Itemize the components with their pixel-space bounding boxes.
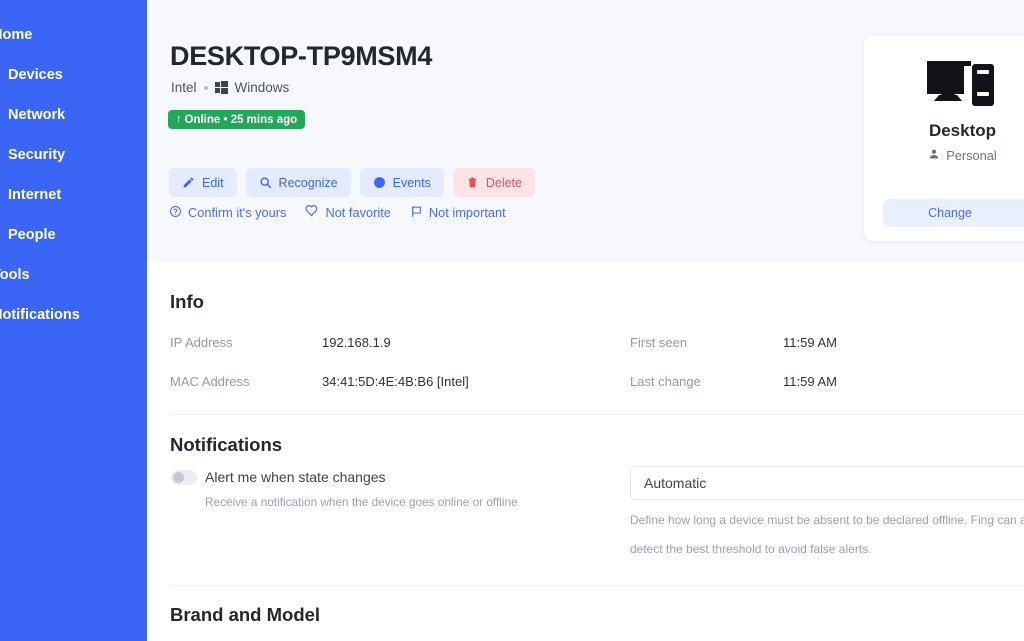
sidebar-item-security[interactable]: Security	[0, 142, 147, 168]
clock-icon	[373, 176, 386, 189]
device-os: Windows	[234, 80, 290, 95]
sidebar-item-label: Devices	[8, 67, 63, 83]
toggle-knob	[173, 472, 184, 483]
sidebar-item-network[interactable]: Network	[0, 102, 147, 128]
device-details-page: Home Devices Network Security Internet P…	[0, 0, 1024, 641]
section-divider	[170, 414, 1024, 415]
main-content: DESKTOP-TP9MSM4 Intel Windows ↑ Online •…	[147, 0, 1024, 641]
trash-icon	[466, 176, 479, 189]
sidebar-item-home[interactable]: Home	[0, 22, 147, 48]
sidebar-item-tools[interactable]: Tools	[0, 262, 147, 288]
not-important-label: Not important	[428, 205, 506, 220]
sidebar-item-people[interactable]: People	[0, 222, 147, 248]
events-button-label: Events	[392, 175, 431, 190]
first-seen-value: 11:59 AM	[783, 335, 837, 350]
not-favorite-label: Not favorite	[325, 205, 391, 220]
search-icon	[259, 176, 272, 189]
device-vendor: Intel	[171, 80, 197, 95]
mac-address-label: MAC Address	[170, 374, 250, 389]
ip-address-value: 192.168.1.9	[322, 335, 391, 350]
arrow-up-icon: ↑	[176, 113, 182, 125]
not-favorite-link[interactable]: Not favorite	[305, 204, 391, 221]
sidebar-item-devices[interactable]: Devices	[0, 62, 147, 88]
page-title: DESKTOP-TP9MSM4	[170, 41, 433, 71]
question-circle-icon	[169, 205, 182, 221]
notifications-section-title: Notifications	[170, 434, 283, 455]
ip-address-label: IP Address	[170, 335, 233, 350]
status-badge: ↑ Online • 25 mins ago	[168, 110, 306, 129]
delete-button[interactable]: Delete	[452, 168, 535, 197]
offline-threshold-selected-value: Automatic	[644, 475, 707, 491]
alert-state-change-label: Alert me when state changes	[205, 469, 386, 485]
confirm-its-yours-link[interactable]: Confirm it's yours	[169, 204, 286, 221]
device-subtitle: Intel Windows	[171, 80, 289, 95]
sidebar-item-label: Tools	[0, 267, 30, 283]
sidebar-item-label: Security	[8, 147, 66, 163]
last-change-value: 11:59 AM	[783, 374, 837, 389]
change-device-type-button[interactable]: Change	[883, 199, 1024, 227]
confirm-its-yours-label: Confirm it's yours	[188, 205, 287, 220]
events-button[interactable]: Events	[359, 168, 444, 197]
alert-state-change-toggle[interactable]	[171, 470, 197, 485]
section-divider	[170, 585, 1024, 586]
sidebar-item-internet[interactable]: Internet	[0, 182, 147, 208]
offline-threshold-hint-line1: Define how long a device must be absent …	[630, 513, 1024, 527]
device-type-card: Desktop Personal Change	[864, 36, 1024, 241]
sidebar: Home Devices Network Security Internet P…	[0, 0, 147, 641]
desktop-computer-icon	[925, 59, 1000, 111]
alert-state-change-hint: Receive a notification when the device g…	[205, 495, 518, 509]
recognize-button-label: Recognize	[278, 175, 338, 190]
device-actions: Edit Recognize Events Delete	[169, 168, 535, 197]
recognize-button[interactable]: Recognize	[245, 168, 351, 197]
device-sub-actions: Confirm it's yours Not favorite Not impo…	[169, 204, 506, 221]
device-owner: Personal	[864, 148, 1024, 163]
change-button-label: Change	[928, 206, 972, 220]
offline-threshold-hint-line2: detect the best threshold to avoid false…	[630, 542, 872, 556]
brand-and-model-section-title: Brand and Model	[170, 604, 321, 625]
heart-icon	[305, 204, 319, 221]
sidebar-nav: Home Devices Network Security Internet P…	[0, 22, 147, 342]
windows-logo-icon	[214, 81, 228, 94]
edit-button[interactable]: Edit	[169, 168, 237, 197]
sidebar-item-label: Home	[0, 27, 33, 43]
sidebar-item-label: Notifications	[0, 307, 80, 323]
sidebar-item-label: Network	[8, 107, 66, 123]
mac-address-value: 34:41:5D:4E:4B:B6 [Intel]	[322, 374, 469, 389]
offline-threshold-select[interactable]: Automatic	[630, 466, 1024, 500]
not-important-link[interactable]: Not important	[410, 204, 506, 221]
sidebar-item-notifications[interactable]: Notifications	[0, 302, 147, 328]
sidebar-item-label: Internet	[8, 187, 62, 203]
person-icon	[928, 148, 940, 163]
first-seen-label: First seen	[630, 335, 688, 350]
device-type-label: Desktop	[928, 121, 997, 140]
pencil-icon	[182, 176, 195, 189]
last-change-label: Last change	[630, 374, 701, 389]
device-owner-label: Personal	[946, 148, 997, 163]
offline-threshold-hint: Define how long a device must be absent …	[630, 506, 1024, 564]
delete-button-label: Delete	[485, 175, 522, 190]
info-section-title: Info	[170, 291, 204, 312]
flag-icon	[410, 205, 423, 221]
separator-dot	[203, 85, 208, 90]
edit-button-label: Edit	[202, 175, 224, 190]
sidebar-item-label: People	[8, 227, 56, 243]
status-badge-label: Online • 25 mins ago	[184, 113, 298, 126]
